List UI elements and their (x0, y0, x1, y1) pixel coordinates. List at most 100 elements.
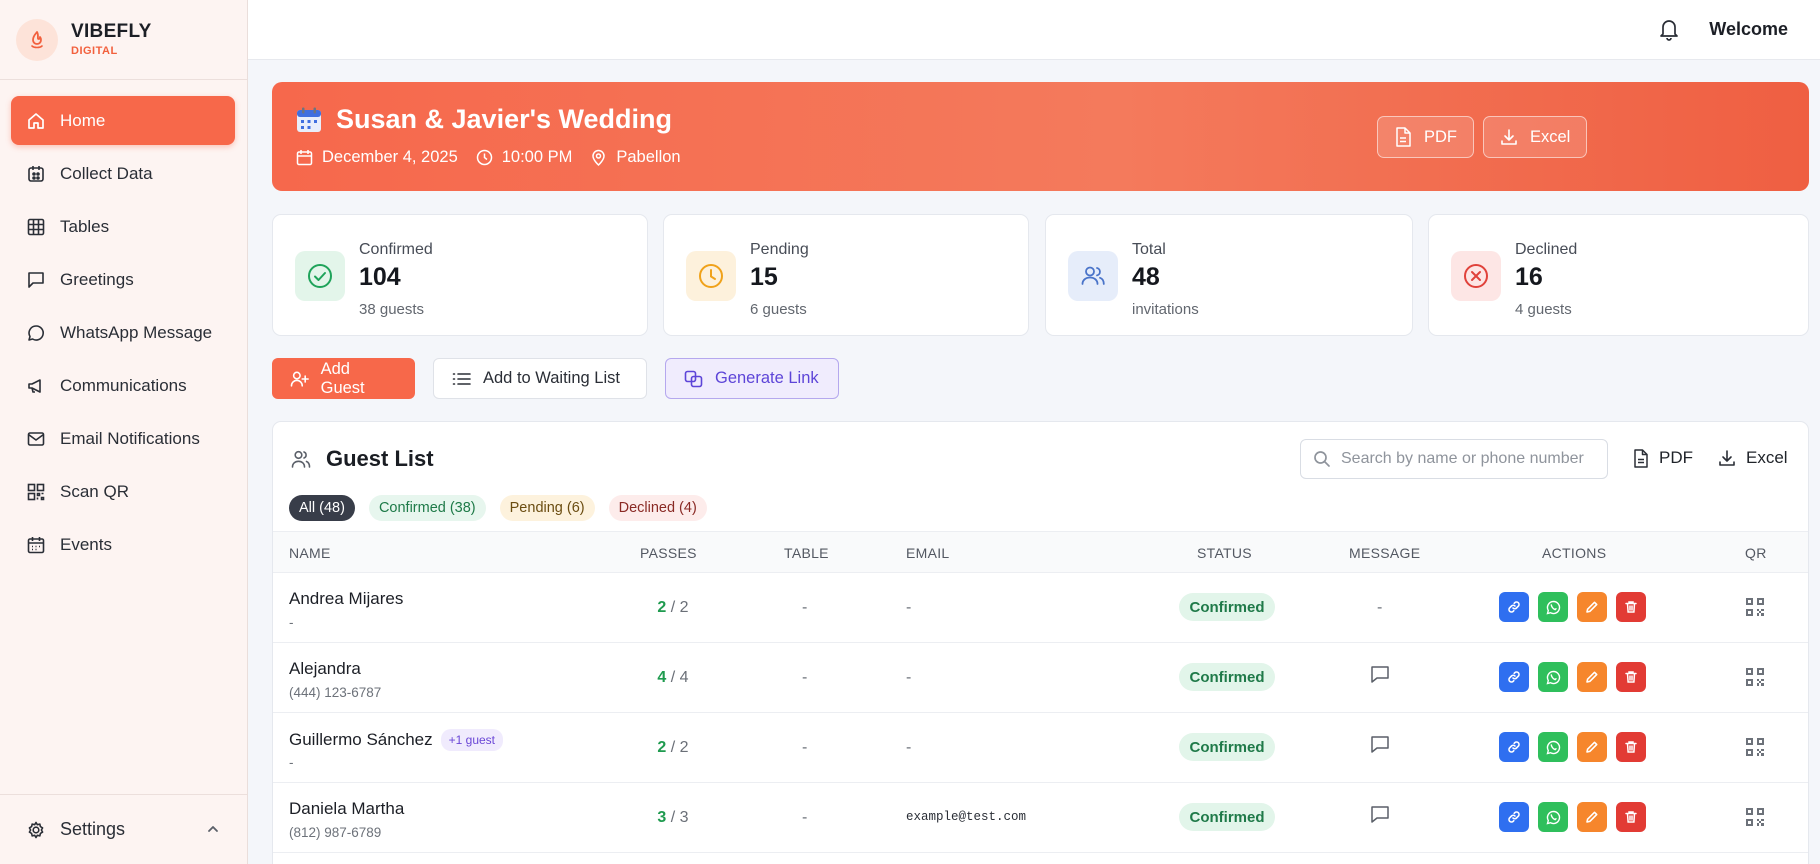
chevron-up-icon[interactable] (205, 821, 221, 837)
sidebar-item-home[interactable]: Home (11, 96, 235, 145)
brand[interactable]: VIBEFLY DIGITAL (0, 0, 247, 80)
check-circle-icon (295, 251, 345, 301)
sidebar-nav: Home Collect Data Tables Greetings Whats… (0, 80, 247, 569)
stat-value: 16 (1515, 263, 1543, 291)
table-row[interactable]: Guillermo Sánchez +1 guest - 2 / 2 - - C… (273, 713, 1808, 783)
whatsapp-button[interactable] (1538, 662, 1568, 692)
event-meta: December 4, 2025 10:00 PM Pabellon (296, 148, 699, 167)
guest-name: Guillermo Sánchez +1 guest (289, 729, 503, 751)
whatsapp-button[interactable] (1538, 802, 1568, 832)
export-excel-button[interactable]: Excel (1483, 116, 1588, 158)
sidebar-item-label: Communications (60, 375, 187, 395)
qr-code-icon[interactable] (1745, 807, 1765, 827)
pencil-icon (1586, 811, 1598, 823)
status-filter-tabs: All (48) Confirmed (38) Pending (6) Decl… (289, 495, 721, 521)
sidebar-item-label: Scan QR (60, 481, 129, 501)
column-header-name[interactable]: NAME (289, 545, 331, 561)
event-venue-text: Pabellon (616, 148, 681, 166)
sidebar-item-label: Greetings (60, 269, 134, 289)
stat-card-total: Total 48 invitations (1045, 214, 1413, 336)
guest-phone: - (289, 615, 294, 630)
filter-all[interactable]: All (48) (289, 495, 355, 521)
stat-card-declined: Declined 16 4 guests (1428, 214, 1809, 336)
guest-phone: (812) 987-6789 (289, 825, 382, 840)
guest-passes: 3 / 3 (657, 809, 689, 826)
whatsapp-button[interactable] (1538, 592, 1568, 622)
message-bubble-icon[interactable] (1370, 665, 1390, 684)
download-icon (1719, 450, 1735, 466)
sidebar-item-communications[interactable]: Communications (11, 361, 235, 410)
sidebar-item-label: Collect Data (60, 163, 153, 183)
link-icon (1508, 741, 1520, 753)
guest-email: - (906, 669, 912, 686)
export-pdf-button[interactable]: PDF (1377, 116, 1474, 158)
filter-declined[interactable]: Declined (4) (608, 495, 707, 521)
qr-code-icon[interactable] (1745, 667, 1765, 687)
stat-card-pending: Pending 15 6 guests (663, 214, 1029, 336)
row-actions (1499, 802, 1655, 832)
event-venue: Pabellon (590, 148, 681, 167)
filter-pending[interactable]: Pending (6) (499, 495, 595, 521)
brand-name: VIBEFLY (71, 20, 152, 42)
sidebar-item-settings[interactable]: Settings (0, 794, 247, 864)
copy-link-button[interactable] (1499, 802, 1529, 832)
delete-button[interactable] (1616, 662, 1646, 692)
table-row[interactable]: Andrea Mijares - 2 / 2 - - Confirmed - (273, 573, 1808, 643)
guest-list-panel: Guest List PDF Excel All (48) Confirmed … (272, 421, 1809, 864)
message-bubble-icon[interactable] (1370, 805, 1390, 824)
column-header-message[interactable]: MESSAGE (1349, 545, 1420, 561)
copy-link-button[interactable] (1499, 662, 1529, 692)
row-actions (1499, 732, 1655, 762)
users-icon (291, 450, 311, 468)
add-to-waiting-list-button[interactable]: Add to Waiting List (433, 358, 647, 399)
trash-icon (1625, 811, 1637, 823)
qr-code-icon (26, 482, 46, 502)
row-actions (1499, 662, 1655, 692)
table-row[interactable]: Alejandra (444) 123-6787 4 / 4 - - Confi… (273, 643, 1808, 713)
whatsapp-message-icon (26, 323, 46, 343)
guest-list-excel-button[interactable]: Excel (1718, 448, 1788, 468)
edit-button[interactable] (1577, 802, 1607, 832)
copy-link-button[interactable] (1499, 732, 1529, 762)
column-header-table[interactable]: TABLE (784, 545, 829, 561)
table-row[interactable]: Daniela Martha (812) 987-6789 3 / 3 - ex… (273, 783, 1808, 853)
location-pin-icon (592, 149, 606, 166)
link-icon (1508, 811, 1520, 823)
clock-icon (686, 251, 736, 301)
search-field[interactable] (1300, 439, 1608, 479)
sidebar-item-whatsapp-message[interactable]: WhatsApp Message (11, 308, 235, 357)
delete-button[interactable] (1616, 802, 1646, 832)
sidebar: VIBEFLY DIGITAL Home Collect Data Tables… (0, 0, 248, 864)
whatsapp-icon (1546, 600, 1560, 614)
bell-icon[interactable] (1658, 17, 1680, 41)
qr-code-icon[interactable] (1745, 737, 1765, 757)
generate-link-button[interactable]: Generate Link (665, 358, 839, 399)
filter-confirmed[interactable]: Confirmed (38) (368, 495, 486, 521)
search-input[interactable] (1341, 450, 1591, 468)
welcome-text[interactable]: Welcome (1709, 19, 1788, 40)
guest-list-pdf-button[interactable]: PDF (1633, 448, 1693, 468)
whatsapp-button[interactable] (1538, 732, 1568, 762)
edit-button[interactable] (1577, 592, 1607, 622)
delete-button[interactable] (1616, 592, 1646, 622)
edit-button[interactable] (1577, 662, 1607, 692)
sidebar-item-greetings[interactable]: Greetings (11, 255, 235, 304)
sidebar-item-email-notifications[interactable]: Email Notifications (11, 414, 235, 463)
stat-value: 104 (359, 263, 401, 291)
gear-icon (26, 820, 46, 840)
column-header-status[interactable]: STATUS (1197, 545, 1252, 561)
add-guest-button[interactable]: Add Guest (272, 358, 415, 399)
qr-code-icon[interactable] (1745, 597, 1765, 617)
column-header-passes[interactable]: PASSES (640, 545, 697, 561)
sidebar-item-events[interactable]: Events (11, 520, 235, 569)
message-bubble-icon[interactable] (1370, 735, 1390, 754)
event-date: December 4, 2025 (296, 148, 458, 167)
copy-link-button[interactable] (1499, 592, 1529, 622)
delete-button[interactable] (1616, 732, 1646, 762)
sidebar-item-collect-data[interactable]: Collect Data (11, 149, 235, 198)
guest-email: - (906, 599, 912, 616)
edit-button[interactable] (1577, 732, 1607, 762)
sidebar-item-tables[interactable]: Tables (11, 202, 235, 251)
sidebar-item-scan-qr[interactable]: Scan QR (11, 467, 235, 516)
column-header-email[interactable]: EMAIL (906, 545, 950, 561)
